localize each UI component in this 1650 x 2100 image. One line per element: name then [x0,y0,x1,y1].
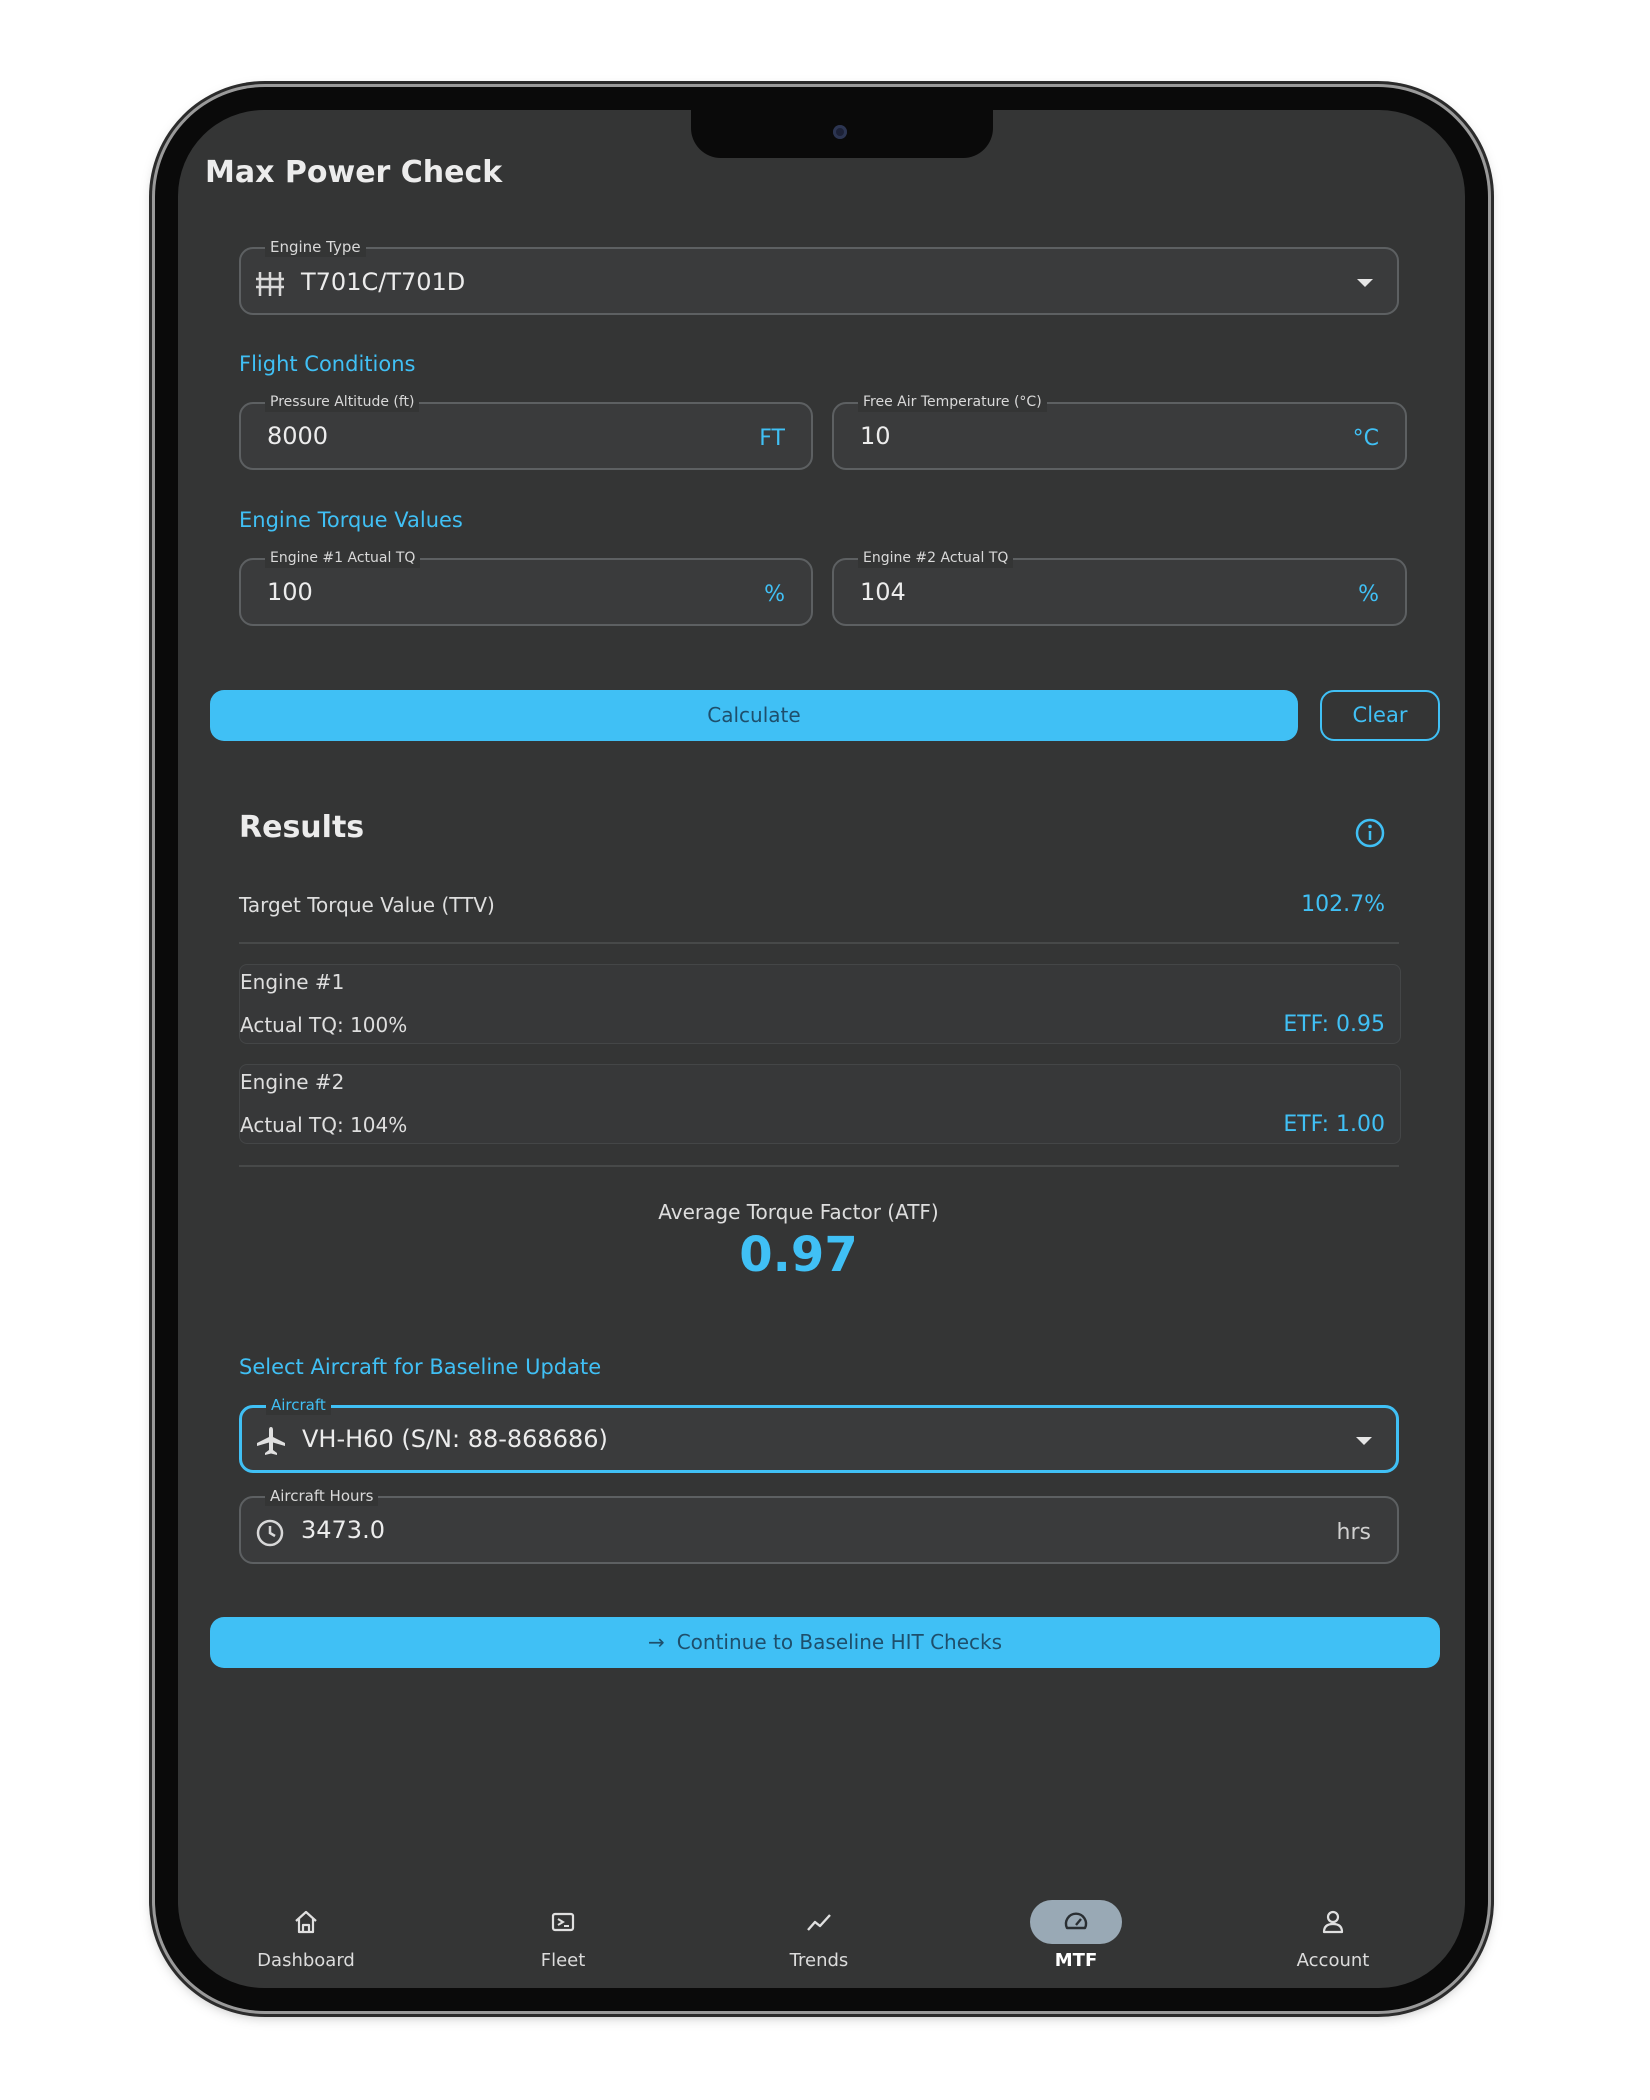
nav-dashboard-label: Dashboard [257,1950,355,1971]
engine1-tq-value: 100 [267,578,313,606]
engine1-result-name: Engine #1 [240,970,345,994]
engine2-result-name: Engine #2 [240,1070,345,1094]
active-pill [1030,1900,1122,1944]
engine1-etf: ETF: 0.95 [1283,1012,1385,1037]
engine2-tq-unit: % [1358,582,1379,607]
gauge-icon [1064,1912,1088,1930]
pressure-altitude-field[interactable]: Pressure Altitude (ft) 8000 FT [239,392,813,470]
nav-trends-label: Trends [789,1950,849,1971]
nav-mtf-label: MTF [1054,1950,1098,1971]
bottom-nav: Dashboard Fleet Trends MTF Account [178,1900,1465,1988]
nav-mtf[interactable]: MTF [1001,1900,1151,1971]
continue-button-label: Continue to Baseline HIT Checks [676,1630,1003,1654]
nav-fleet[interactable]: Fleet [488,1900,638,1971]
arrow-right-icon: → [647,1630,665,1654]
clock-icon [256,1519,284,1547]
free-air-temperature-label: Free Air Temperature (°C) [858,392,1047,412]
atf-value: 0.97 [739,1227,858,1283]
page-title: Max Power Check [205,155,503,190]
engine1-result-card [239,964,1401,1044]
engine-icon [256,272,284,296]
ttv-label: Target Torque Value (TTV) [239,893,495,917]
divider [239,1165,1399,1167]
baseline-title: Select Aircraft for Baseline Update [239,1355,602,1379]
aircraft-hours-field[interactable]: Aircraft Hours 3473.0 hrs [239,1486,1399,1564]
tablet-frame: Max Power Check Engine Type T701C/T701D … [155,87,1488,2011]
camera-notch [691,110,993,158]
nav-fleet-label: Fleet [540,1950,586,1971]
nav-account[interactable]: Account [1258,1900,1408,1971]
clear-button[interactable]: Clear [1320,690,1440,741]
engine2-tq-field[interactable]: Engine #2 Actual TQ 104 % [832,548,1407,626]
atf-label: Average Torque Factor (ATF) [658,1200,939,1224]
nav-trends[interactable]: Trends [744,1900,894,1971]
account-icon [1322,1910,1344,1934]
engine2-result-card [239,1064,1401,1144]
engine-type-select[interactable]: Engine Type T701C/T701D [239,237,1399,315]
flight-conditions-title: Flight Conditions [239,352,416,376]
engine-torque-title: Engine Torque Values [239,508,463,532]
aircraft-value: VH-H60 (S/N: 88-868686) [302,1425,608,1453]
free-air-temperature-value: 10 [860,422,891,450]
engine-type-value: T701C/T701D [301,268,466,296]
engine2-tq-value: 104 [860,578,906,606]
trends-icon [807,1914,831,1931]
camera-icon [833,125,847,139]
engine1-result-actual: Actual TQ: 100% [240,1013,408,1037]
nav-dashboard[interactable]: Dashboard [231,1900,381,1971]
info-icon[interactable] [1353,816,1387,850]
airplane-icon [257,1427,285,1455]
pressure-altitude-value: 8000 [267,422,329,450]
ttv-value: 102.7% [1301,892,1385,917]
aircraft-hours-unit: hrs [1336,1520,1371,1545]
aircraft-hours-label: Aircraft Hours [265,1486,379,1506]
divider [239,942,1399,944]
fleet-icon [551,1912,575,1932]
aircraft-select[interactable]: Aircraft VH-H60 (S/N: 88-868686) [239,1395,1399,1473]
nav-account-label: Account [1296,1950,1370,1971]
engine2-result-actual: Actual TQ: 104% [240,1113,408,1137]
aircraft-hours-value: 3473.0 [301,1516,385,1544]
engine1-tq-field[interactable]: Engine #1 Actual TQ 100 % [239,548,813,626]
pressure-altitude-unit: FT [759,426,785,451]
free-air-temperature-field[interactable]: Free Air Temperature (°C) 10 °C [832,392,1407,470]
app-screen: Max Power Check Engine Type T701C/T701D … [178,110,1465,1988]
engine1-tq-unit: % [764,582,785,607]
continue-button[interactable]: → Continue to Baseline HIT Checks [210,1617,1440,1668]
pressure-altitude-label: Pressure Altitude (ft) [265,392,420,412]
engine2-etf: ETF: 1.00 [1283,1112,1385,1137]
engine-type-label: Engine Type [265,237,366,257]
engine2-tq-label: Engine #2 Actual TQ [858,548,1014,568]
home-icon [295,1910,317,1934]
aircraft-label: Aircraft [266,1395,331,1415]
free-air-temperature-unit: °C [1352,426,1379,451]
chevron-down-icon [1356,1437,1372,1445]
results-title: Results [239,810,365,845]
calculate-button[interactable]: Calculate [210,690,1298,741]
engine1-tq-label: Engine #1 Actual TQ [265,548,421,568]
chevron-down-icon [1357,279,1373,287]
